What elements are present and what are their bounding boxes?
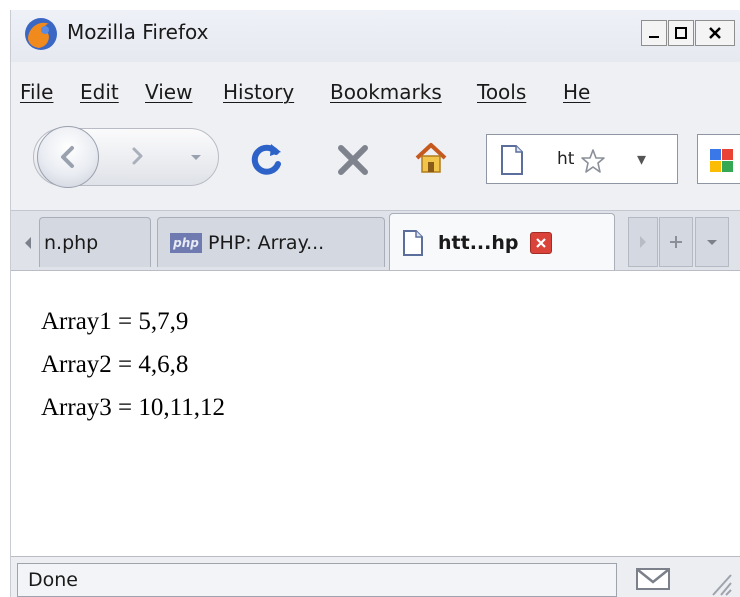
forward-arrow-icon (132, 147, 143, 165)
tab-label: n.php (44, 231, 99, 254)
navigation-toolbar: ht ▾ (11, 118, 740, 204)
browser-window: Mozilla Firefox File Edit View History B… (10, 10, 740, 597)
plus-icon (670, 236, 682, 248)
content-line: Array1 = 5,7,9 (41, 308, 189, 335)
back-arrow-icon (61, 146, 74, 168)
home-icon[interactable] (411, 138, 451, 178)
resize-grip-icon[interactable] (705, 569, 735, 597)
back-button[interactable] (37, 126, 99, 188)
status-bar: Done (11, 556, 740, 597)
php-icon: php (170, 232, 202, 253)
window-title: Mozilla Firefox (67, 20, 209, 44)
content-line: Array3 = 10,11,12 (41, 394, 225, 421)
address-bar[interactable]: ht ▾ (486, 134, 678, 184)
chevron-left-icon (25, 237, 31, 249)
mail-icon[interactable] (635, 567, 671, 591)
close-icon (709, 27, 721, 39)
address-dropdown-icon[interactable]: ▾ (637, 149, 646, 170)
menu-bar: File Edit View History Bookmarks Tools H… (11, 70, 740, 116)
tab-label: PHP: Array... (208, 231, 325, 254)
minimize-icon (649, 36, 659, 38)
tab-scroll-left-button[interactable] (17, 223, 39, 263)
minimize-button[interactable] (641, 20, 667, 46)
firefox-logo-icon (25, 18, 57, 50)
maximize-button[interactable] (668, 20, 694, 46)
tab-2[interactable]: php PHP: Array... (157, 217, 385, 267)
history-dropdown-button[interactable] (181, 142, 211, 172)
tab-label: htt...hp (438, 231, 519, 254)
menu-tools[interactable]: Tools (477, 80, 526, 104)
chevron-down-icon (191, 155, 201, 160)
chevron-down-icon (707, 240, 717, 245)
page-icon (403, 229, 423, 256)
menu-edit[interactable]: Edit (80, 80, 119, 104)
close-window-button[interactable] (695, 20, 735, 46)
page-icon (501, 145, 523, 175)
menu-file[interactable]: File (20, 80, 53, 104)
google-search-icon (710, 149, 733, 172)
menu-help[interactable]: He (563, 80, 590, 104)
close-icon (536, 237, 547, 248)
tab-3-active[interactable]: htt...hp (389, 213, 615, 271)
tab-1[interactable]: n.php (39, 217, 151, 267)
menu-view[interactable]: View (145, 80, 192, 104)
chevron-right-icon (640, 236, 646, 248)
page-content: Array1 = 5,7,9 Array2 = 4,6,8 Array3 = 1… (11, 270, 740, 556)
tab-scroll-right-button[interactable] (628, 217, 658, 267)
stop-icon[interactable] (335, 142, 371, 178)
bookmark-star-icon[interactable] (579, 147, 607, 175)
tab-close-button[interactable] (530, 231, 553, 254)
forward-button[interactable] (107, 137, 167, 175)
new-tab-button[interactable] (659, 217, 693, 267)
reload-icon[interactable] (247, 140, 287, 180)
address-text[interactable]: ht (557, 149, 574, 169)
status-text: Done (17, 563, 617, 597)
maximize-icon (675, 27, 687, 39)
tab-strip: n.php php PHP: Array... htt...hp (11, 210, 740, 271)
menu-bookmarks[interactable]: Bookmarks (330, 80, 442, 104)
list-all-tabs-button[interactable] (695, 217, 729, 267)
search-box[interactable] (697, 134, 740, 184)
menu-history[interactable]: History (223, 80, 294, 104)
content-line: Array2 = 4,6,8 (41, 351, 189, 378)
title-bar: Mozilla Firefox (11, 10, 740, 62)
